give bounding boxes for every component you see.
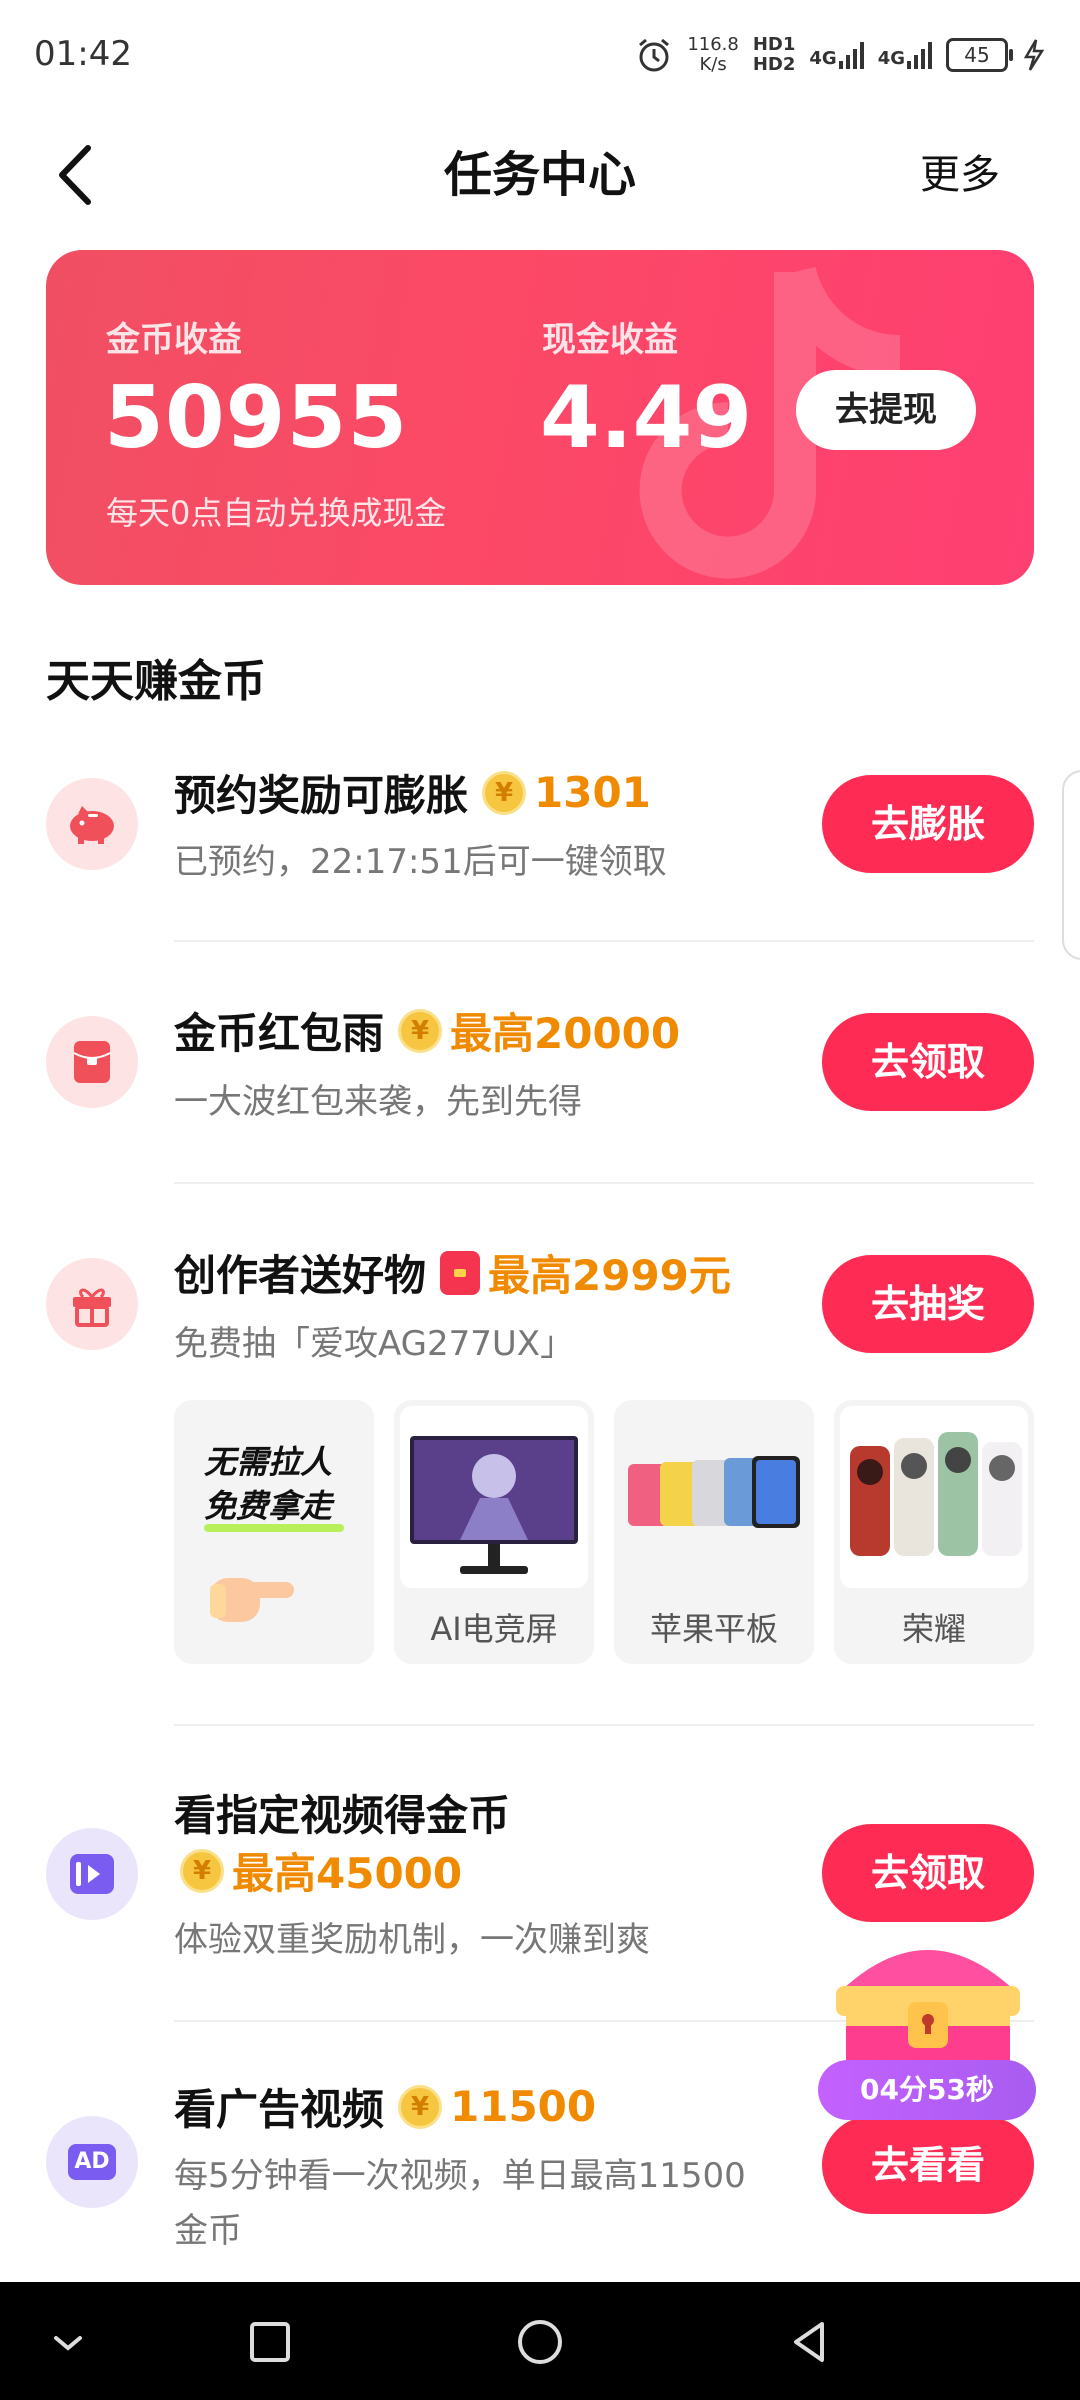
recents-button[interactable] [240,2312,300,2372]
withdraw-button[interactable]: 去提现 [796,370,976,450]
divider [174,1724,1034,1726]
coin-earnings-label: 金币收益 [106,320,242,360]
signal-2-icon: 4G [878,41,932,69]
page-title: 任务中心 [443,147,636,203]
phone-image [840,1406,1028,1588]
expand-button[interactable]: 去膨胀 [822,775,1034,873]
status-time: 01:42 [34,34,132,74]
task-title: 金币红包雨 ¥ 最高20000 [174,1000,680,1061]
divider [174,940,1034,942]
signal-1-icon: 4G [809,41,864,69]
task-reward: 11500 [450,2082,597,2131]
task-title: 看广告视频 ¥ 11500 [174,2082,597,2134]
divider [174,1182,1034,1184]
promo-underline [204,1524,344,1532]
gift-icon [46,1258,138,1350]
pointing-hand-icon [210,1578,294,1622]
header: 任务中心 更多 [0,110,1080,240]
task-subtitle: 免费抽「爱攻AG277UX」 [174,1324,575,1364]
coin-icon: ¥ [482,770,527,815]
charging-icon [1023,39,1045,71]
promo-text: 无需拉人 免费拿走 [204,1443,333,1525]
cash-earnings-label: 现金收益 [542,320,678,360]
watch-button[interactable]: 去看看 [822,2116,1034,2214]
tablet-image [620,1406,808,1588]
prize-card-ipad[interactable]: 苹果平板 [614,1400,814,1664]
task-reward: 最高20000 [450,1009,681,1058]
piggy-bank-icon [46,778,138,870]
navigation-bar [0,2282,1080,2400]
claim-button[interactable]: 去领取 [822,1013,1034,1111]
coin-icon: ¥ [398,2084,443,2129]
coin-earnings-value: 50955 [104,368,409,468]
prize-caption: 荣耀 [901,1610,966,1648]
draw-button[interactable]: 去抽奖 [822,1255,1034,1353]
prize-card-honor[interactable]: 荣耀 [834,1400,1034,1664]
net-speed: 116.8 K/s [687,34,739,75]
status-icons: 116.8 K/s HD1 HD2 4G 4G 45 [635,30,1046,80]
prize-card-promo[interactable]: 无需拉人 免费拿走 [174,1400,374,1664]
task-reward: 最高2999元 [488,1251,731,1300]
task-reward: 1301 [534,768,651,817]
task-subtitle: 已预约，22:17:51后可一键领取 [174,842,667,882]
task-reward-line: ¥ 最高45000 [166,1840,462,1901]
section-title: 天天赚金币 [46,656,266,707]
prize-card-monitor[interactable]: AI电竞屏 [394,1400,594,1664]
task-title: 看指定视频得金币 [174,1791,511,1840]
video-icon [46,1828,138,1920]
status-bar: 01:42 116.8 K/s HD1 HD2 4G 4G 45 [0,0,1080,110]
ad-badge: AD [68,2144,116,2180]
coin-icon: ¥ [398,1008,443,1053]
coin-icon: ¥ [180,1848,224,1893]
task-title: 创作者送好物 最高2999元 [174,1242,731,1303]
chevron-down-icon[interactable] [38,2312,98,2372]
prize-caption: 苹果平板 [649,1610,778,1648]
earnings-card: 金币收益 50955 现金收益 4.49 每天0点自动兑换成现金 去提现 [46,250,1034,585]
claim-button[interactable]: 去领取 [822,1824,1034,1922]
battery-icon: 45 [946,38,1013,72]
task-title: 预约奖励可膨胀 ¥ 1301 [174,768,651,820]
hd-indicator: HD1 HD2 [752,34,796,75]
ad-icon: AD [46,2116,138,2208]
home-button[interactable] [510,2312,570,2372]
side-float-tab[interactable] [1062,770,1080,960]
chest-countdown[interactable]: 04分53秒 [818,2060,1036,2120]
earnings-note: 每天0点自动兑换成现金 [106,494,447,532]
red-envelope-icon [46,1016,138,1108]
task-subtitle: 每5分钟看一次视频，单日最高11500 金币 [174,2156,746,2251]
alarm-icon [639,38,670,72]
back-nav-button[interactable] [780,2312,840,2372]
prize-caption: AI电竞屏 [430,1610,558,1648]
more-button[interactable]: 更多 [920,140,1000,210]
monitor-image [400,1406,588,1588]
red-envelope-icon [440,1250,481,1295]
cash-earnings-value: 4.49 [540,368,753,468]
task-reward: 最高45000 [232,1849,463,1898]
task-subtitle: 一大波红包来袭，先到先得 [174,1082,582,1122]
task-subtitle: 体验双重奖励机制，一次赚到爽 [174,1920,650,1960]
